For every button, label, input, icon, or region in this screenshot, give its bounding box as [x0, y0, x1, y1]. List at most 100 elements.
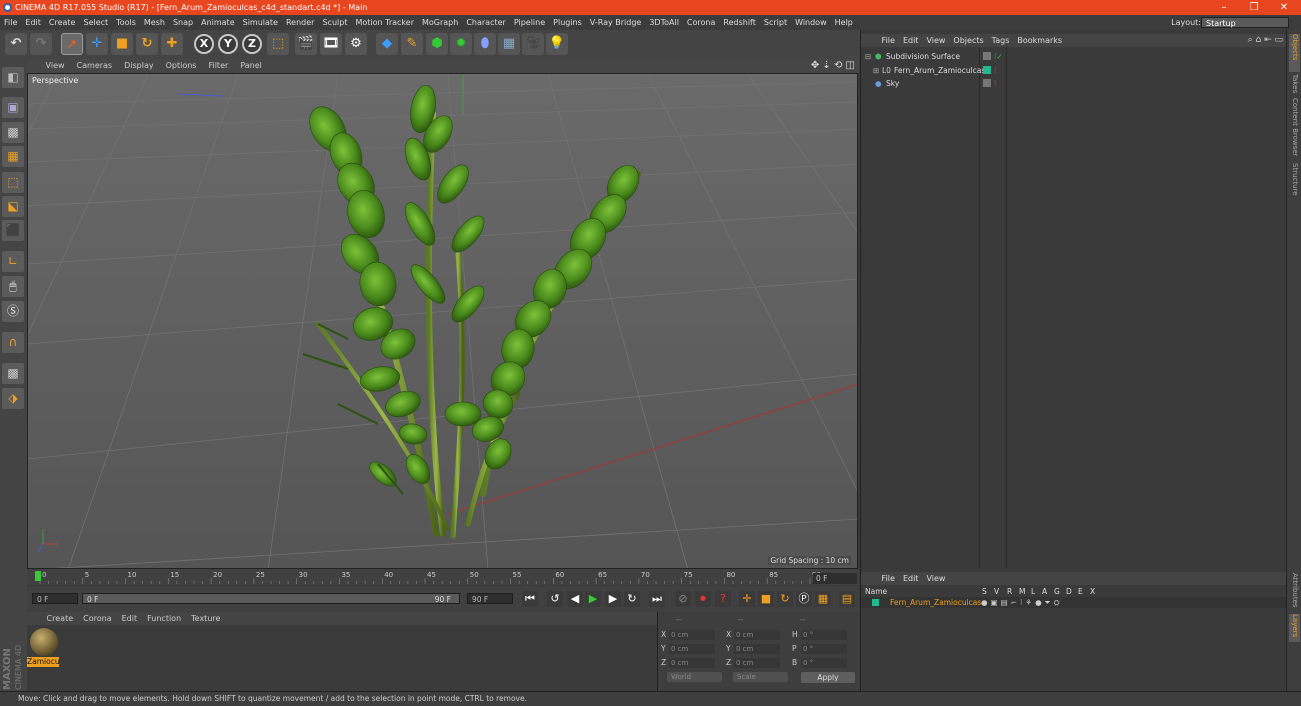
- layers-menu-file[interactable]: File: [878, 572, 899, 585]
- menu-render[interactable]: Render: [282, 15, 318, 30]
- menu-mograph[interactable]: MoGraph: [418, 15, 462, 30]
- menu-snap[interactable]: Snap: [169, 15, 197, 30]
- next-key-icon[interactable]: ↻: [624, 591, 640, 607]
- viewport-menu-view[interactable]: View: [40, 59, 71, 73]
- polygons-mode-icon[interactable]: ⬛: [2, 220, 24, 241]
- next-frame-icon[interactable]: ▶: [605, 591, 621, 607]
- model-mode-icon[interactable]: ▣: [2, 97, 24, 118]
- visibility-enabled-icon[interactable]: ⁝✓: [994, 50, 1003, 63]
- menu-select[interactable]: Select: [79, 15, 112, 30]
- rotate-tool-icon[interactable]: ↻: [136, 33, 158, 55]
- viewport-menu-panel[interactable]: Panel: [234, 59, 268, 73]
- render-picture-viewer-icon[interactable]: 🎞: [320, 33, 342, 55]
- start-frame-field[interactable]: 0 F: [32, 593, 78, 604]
- menu-redshift[interactable]: Redshift: [719, 15, 759, 30]
- position-z-field[interactable]: 0 cm: [669, 658, 715, 668]
- play-icon[interactable]: ▶: [585, 591, 601, 607]
- position-x-field[interactable]: 0 cm: [669, 630, 715, 640]
- magnet-icon[interactable]: ∩: [2, 332, 24, 353]
- object-row-subdivision[interactable]: ⊟ ⬢ Subdivision Surface ⁝✓: [861, 50, 1287, 63]
- autokey-icon[interactable]: ⏺: [695, 591, 711, 607]
- max-frame-field[interactable]: 90 F: [467, 593, 513, 604]
- object-row-fern[interactable]: ⊞ L0 Fern_Arum_Zamioculcas ⁝: [861, 64, 1287, 77]
- 3d-viewport[interactable]: Perspective Grid Spacing : 10 cm: [27, 73, 858, 569]
- viewport-menu-display[interactable]: Display: [118, 59, 160, 73]
- objects-menu-view[interactable]: View: [922, 34, 949, 47]
- x-axis-lock-button[interactable]: X: [194, 34, 214, 54]
- camera-icon[interactable]: 🎥: [522, 33, 544, 55]
- tab-structure[interactable]: Structure: [1289, 163, 1300, 201]
- subdivision-generator-icon[interactable]: ⬢: [426, 33, 448, 55]
- tab-content-browser[interactable]: Content Browser: [1289, 98, 1300, 160]
- material-menu-function[interactable]: Function: [142, 612, 186, 625]
- material-preview-swatch[interactable]: [30, 628, 58, 656]
- menu-create[interactable]: Create: [45, 15, 80, 30]
- tab-takes[interactable]: Takes: [1289, 74, 1300, 96]
- deformer-icon[interactable]: ⬮: [474, 33, 496, 55]
- objects-menu-objects[interactable]: Objects: [949, 34, 987, 47]
- size-mode-select[interactable]: Scale: [733, 672, 788, 682]
- rotation-h-field[interactable]: 0 °: [801, 630, 847, 640]
- keyframe-selection-icon[interactable]: ?: [715, 591, 731, 607]
- array-object-icon[interactable]: ✹: [450, 33, 472, 55]
- live-selection-icon[interactable]: ➚: [61, 33, 83, 55]
- recent-tools-icon[interactable]: ✚: [161, 33, 183, 55]
- go-to-start-icon[interactable]: ⏮: [522, 591, 538, 607]
- key-rotation-icon[interactable]: ↻: [777, 591, 793, 607]
- layer-color-swatch[interactable]: [872, 599, 879, 606]
- layer-row[interactable]: Fern_Arum_Zamioculcas ●▣▤⌐⁝⚘●⏷⛭: [861, 597, 1287, 608]
- tab-layers[interactable]: Layers: [1289, 614, 1300, 642]
- objects-menu-file[interactable]: File: [878, 34, 899, 47]
- menu-file[interactable]: File: [0, 15, 21, 30]
- material-menu-create[interactable]: Create: [42, 612, 79, 625]
- menu-script[interactable]: Script: [760, 15, 791, 30]
- viewport-nav-icons[interactable]: ✥ ⇣ ⟲ ◫: [811, 59, 855, 73]
- undo-icon[interactable]: ↶: [5, 33, 27, 55]
- menu-tools[interactable]: Tools: [112, 15, 140, 30]
- floor-scene-icon[interactable]: ▦: [498, 33, 520, 55]
- visibility-dots-icon[interactable]: ⁝: [994, 77, 996, 90]
- object-row-sky[interactable]: ● Sky ⁝: [861, 77, 1287, 90]
- coordinate-system-icon[interactable]: ⬚: [267, 33, 289, 55]
- close-button[interactable]: ✕: [1269, 0, 1299, 15]
- menu-pipeline[interactable]: Pipeline: [510, 15, 549, 30]
- layers-menu-view[interactable]: View: [922, 572, 949, 585]
- key-pla-icon[interactable]: ▦: [815, 591, 831, 607]
- coordinate-mode-select[interactable]: World: [667, 672, 722, 682]
- rotation-b-field[interactable]: 0 °: [801, 658, 847, 668]
- previous-key-icon[interactable]: ↺: [547, 591, 563, 607]
- menu-character[interactable]: Character: [462, 15, 510, 30]
- workplane-mode-icon[interactable]: ▦: [2, 146, 24, 167]
- material-label[interactable]: Zamiocu: [27, 657, 59, 667]
- texture-mode-icon[interactable]: ▩: [2, 122, 24, 143]
- position-y-field[interactable]: 0 cm: [669, 644, 715, 654]
- light-icon[interactable]: 💡: [546, 33, 568, 55]
- pen-spline-icon[interactable]: ✎: [401, 33, 423, 55]
- tab-objects[interactable]: Objects: [1289, 34, 1300, 72]
- menu-sculpt[interactable]: Sculpt: [318, 15, 351, 30]
- cube-primitive-icon[interactable]: ◆: [376, 33, 398, 55]
- material-menu-edit[interactable]: Edit: [117, 612, 143, 625]
- tab-attributes[interactable]: Attributes: [1289, 573, 1300, 611]
- grid-lock-icon[interactable]: ▩: [2, 363, 24, 384]
- restore-button[interactable]: ❐: [1239, 0, 1269, 15]
- menu-edit[interactable]: Edit: [21, 15, 45, 30]
- size-x-field[interactable]: 0 cm: [734, 630, 780, 640]
- layer-toggle-icons[interactable]: ●▣▤⌐⁝⚘●⏷⛭: [981, 597, 1063, 608]
- redo-icon[interactable]: ↷: [30, 33, 52, 55]
- viewport-menu-filter[interactable]: Filter: [202, 59, 234, 73]
- y-axis-lock-button[interactable]: Y: [218, 34, 238, 54]
- menu-help[interactable]: Help: [831, 15, 857, 30]
- objects-menu-bookmarks[interactable]: Bookmarks: [1013, 34, 1066, 47]
- layout-select[interactable]: Startup: [1201, 17, 1289, 28]
- timeline-playhead[interactable]: [35, 571, 41, 581]
- points-mode-icon[interactable]: ⬚: [2, 172, 24, 193]
- menu-vray-bridge[interactable]: V-Ray Bridge: [586, 15, 646, 30]
- viewport-menu-cameras[interactable]: Cameras: [71, 59, 119, 73]
- size-z-field[interactable]: 0 cm: [734, 658, 780, 668]
- scale-tool-icon[interactable]: ■: [111, 33, 133, 55]
- objects-menu-tags[interactable]: Tags: [988, 34, 1014, 47]
- menu-3dtoall[interactable]: 3DToAll: [645, 15, 683, 30]
- minimize-button[interactable]: –: [1209, 0, 1239, 15]
- layers-menu-edit[interactable]: Edit: [899, 572, 923, 585]
